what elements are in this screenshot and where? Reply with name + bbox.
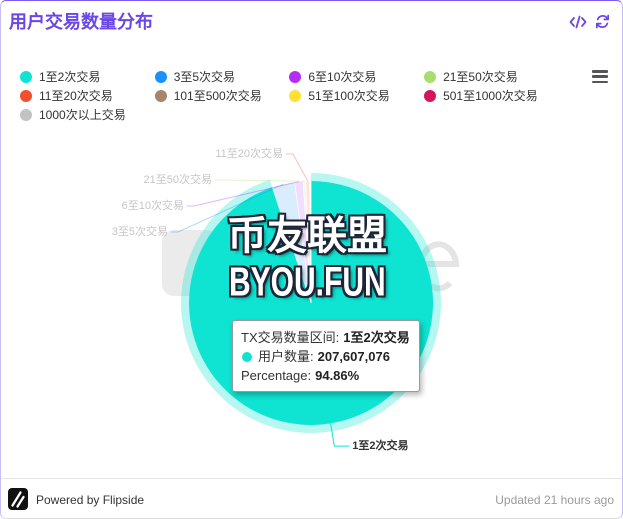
tooltip-category-label: TX交易数量区间: [241,330,340,345]
chart-tooltip: TX交易数量区间: 1至2次交易 用户数量: 207,607,076 Perce… [232,320,420,392]
pie-slice-label: 3至5次交易 [112,224,168,238]
pie-label-line [286,153,309,182]
tooltip-percent-label: Percentage: [241,368,312,383]
tooltip-percent-row: Percentage: 94.86% [241,366,410,385]
pie-slice-label: 1至2次交易 [352,438,408,452]
pie-label-line [215,179,305,182]
tooltip-value: 207,607,076 [317,349,390,364]
flipside-logo[interactable] [8,488,28,510]
pie-slice-label: 6至10次交易 [122,198,184,212]
watermark-url: BYOU.FUN [229,260,386,305]
watermark-title: 币友联盟 [227,213,387,259]
tooltip-percent-value: 94.86% [315,368,360,383]
pie-slice-label: 21至50次交易 [144,172,212,186]
pie-slice-label: 11至20次交易 [215,146,283,160]
updated-timestamp: Updated 21 hours ago [495,493,614,507]
dashboard-card: 用户交易数量分布 1至2次交易 3至5次交易 6至10次交易 21至50次交易 … [0,0,623,519]
tooltip-series-dot [242,351,252,362]
tooltip-value-row: 用户数量: 207,607,076 [241,347,410,366]
powered-by-link[interactable]: Powered by Flipside [36,492,144,508]
tooltip-category-row: TX交易数量区间: 1至2次交易 [241,328,410,347]
footer-divider [1,478,622,479]
tooltip-category-value: 1至2次交易 [343,330,410,345]
tooltip-value-label: 用户数量: [258,349,314,364]
